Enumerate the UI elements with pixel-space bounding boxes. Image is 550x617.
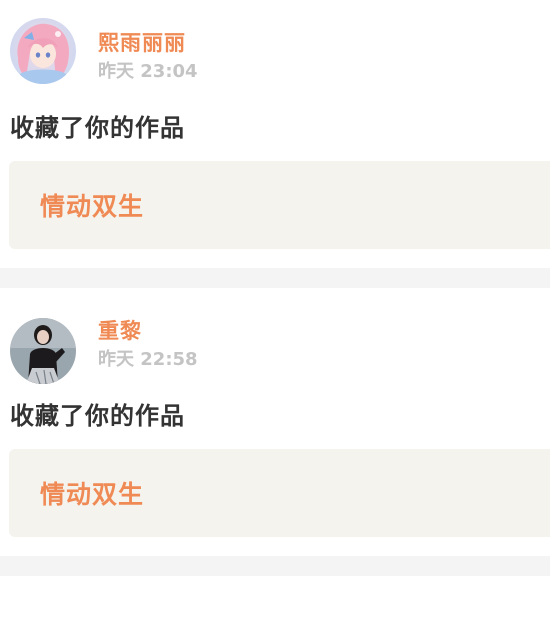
work-card[interactable]: 情动双生 <box>9 449 550 537</box>
notification-item: 重黎 昨天 22:58 收藏了你的作品 情动双生 <box>0 288 550 556</box>
notification-feed: 熙雨丽丽 昨天 23:04 收藏了你的作品 情动双生 重黎 昨天 22:58 收… <box>0 0 550 617</box>
separator <box>0 556 550 576</box>
work-card[interactable]: 情动双生 <box>9 161 550 249</box>
timestamp: 昨天 23:04 <box>98 61 198 82</box>
user-avatar[interactable] <box>10 318 76 384</box>
work-title[interactable]: 情动双生 <box>40 187 144 223</box>
timestamp: 昨天 22:58 <box>98 349 198 370</box>
action-text: 收藏了你的作品 <box>10 402 185 430</box>
user-name[interactable]: 熙雨丽丽 <box>98 27 186 57</box>
work-title[interactable]: 情动双生 <box>40 475 144 511</box>
separator <box>0 268 550 288</box>
user-avatar[interactable] <box>10 18 76 84</box>
user-name[interactable]: 重黎 <box>98 315 142 345</box>
bottom-area <box>0 576 550 617</box>
anime-girl-avatar-icon <box>10 18 76 84</box>
woman-portrait-avatar-icon <box>10 318 76 384</box>
action-text: 收藏了你的作品 <box>10 114 185 142</box>
notification-item: 熙雨丽丽 昨天 23:04 收藏了你的作品 情动双生 <box>0 0 550 268</box>
